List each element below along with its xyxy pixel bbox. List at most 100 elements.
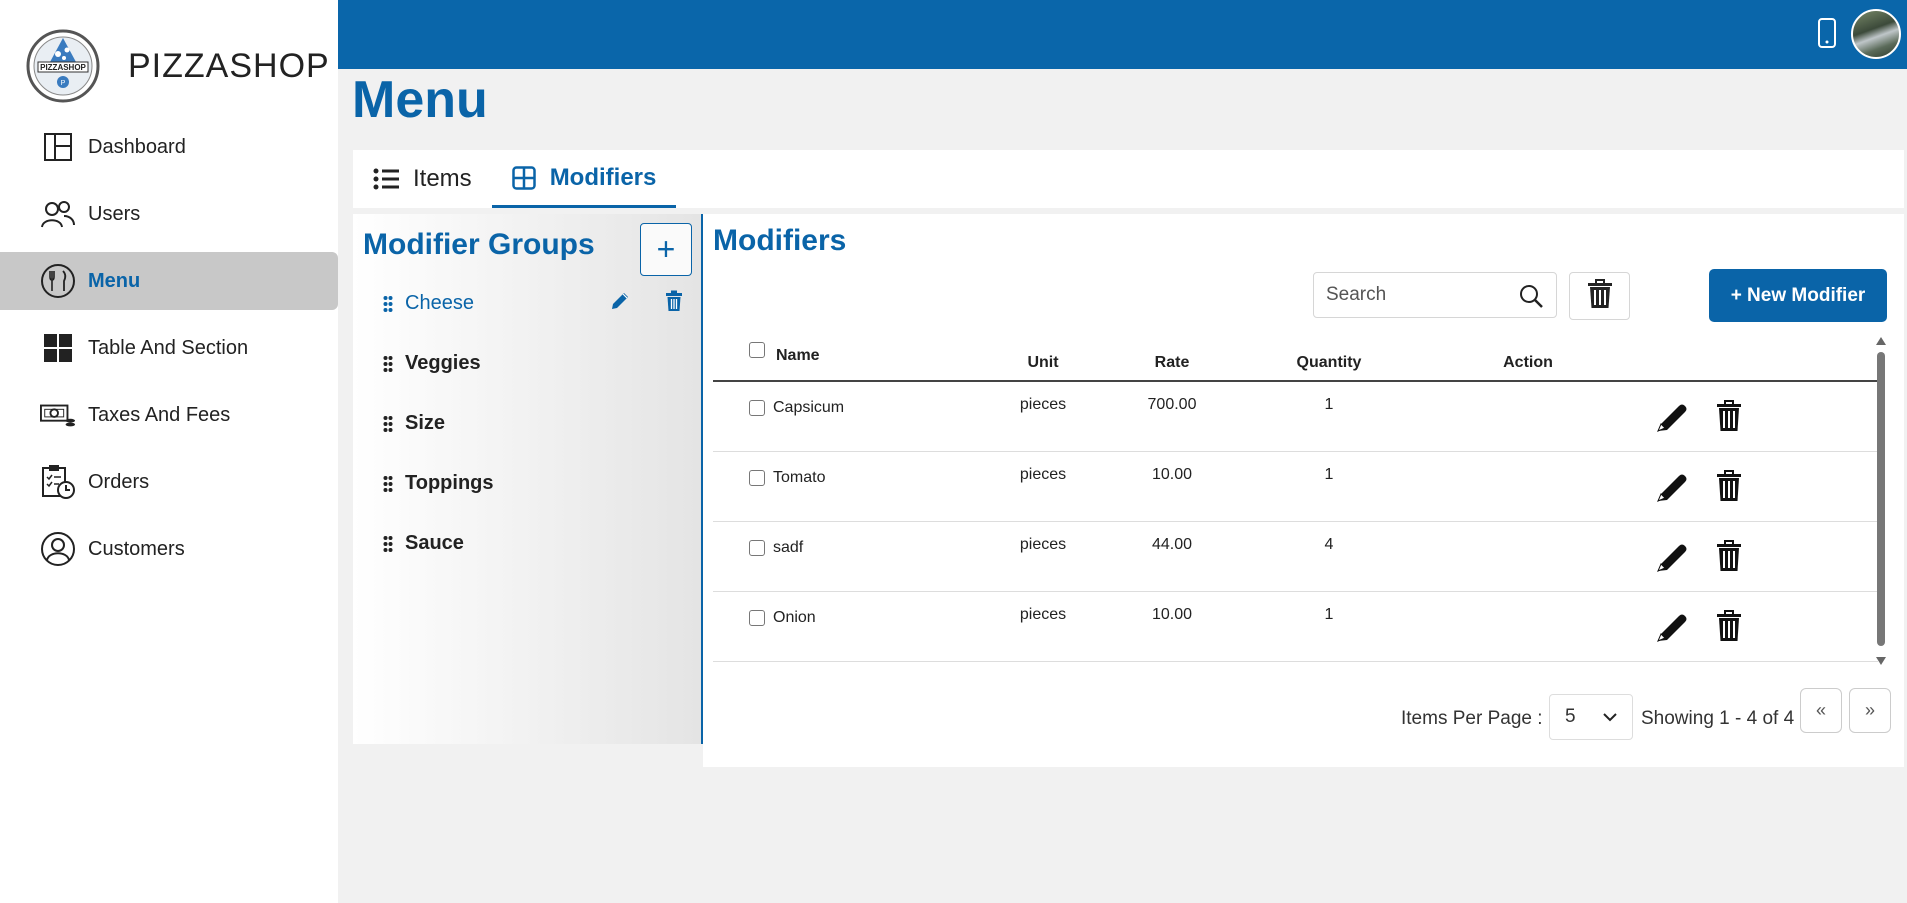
modifier-group-item[interactable]: Cheese (383, 290, 693, 318)
sidebar-item-label: Users (88, 202, 141, 225)
sidebar-item-menu[interactable]: Menu (0, 252, 338, 310)
search-box (1313, 272, 1557, 318)
modifiers-table: Name Unit Rate Quantity Action Capsicum … (713, 334, 1878, 662)
edit-icon[interactable] (1655, 540, 1689, 579)
sidebar-item-label: Dashboard (88, 135, 186, 158)
sidebar-item-users[interactable]: Users (0, 185, 338, 243)
svg-text:PIZZASHOP: PIZZASHOP (40, 63, 86, 72)
items-per-page-select[interactable]: 5 (1549, 694, 1633, 740)
drag-handle-icon[interactable] (383, 295, 393, 313)
select-all-checkbox[interactable] (749, 342, 765, 358)
avatar[interactable] (1851, 9, 1901, 59)
group-actions (609, 290, 683, 318)
prev-page-button[interactable]: « (1800, 688, 1842, 733)
new-modifier-button[interactable]: + New Modifier (1709, 269, 1887, 322)
drag-handle-icon[interactable] (383, 475, 393, 493)
showing-count: Showing 1 - 4 of 4 (1641, 708, 1795, 729)
edit-icon[interactable] (1655, 610, 1689, 649)
sidebar-item-taxes-and-fees[interactable]: Taxes And Fees (0, 386, 338, 444)
row-rate: 44.00 (1151, 536, 1193, 553)
sidebar-item-label: Menu (88, 269, 141, 292)
customers-icon (40, 531, 76, 567)
sidebar-item-customers[interactable]: Customers (0, 520, 338, 578)
row-name: Capsicum (773, 399, 845, 416)
row-checkbox[interactable] (749, 400, 765, 416)
bulk-delete-button[interactable] (1569, 272, 1630, 320)
add-modifier-group-button[interactable]: + (640, 223, 692, 276)
users-icon (40, 196, 76, 232)
delete-icon[interactable] (1716, 610, 1742, 647)
table-scrollbar[interactable] (1875, 336, 1887, 666)
row-rate: 10.00 (1151, 466, 1193, 483)
brand-name: PIZZASHOP (128, 46, 330, 85)
delete-icon[interactable] (1716, 400, 1742, 437)
delete-icon[interactable] (1716, 540, 1742, 577)
modifier-group-label: Size (405, 412, 446, 434)
scroll-up-arrow-icon[interactable] (1875, 336, 1887, 346)
brand[interactable]: PIZZASHOP P PIZZASHOP (20, 28, 330, 104)
row-quantity: 1 (1324, 606, 1334, 623)
search-icon[interactable] (1518, 283, 1544, 314)
column-header-rate: Rate (1154, 354, 1190, 371)
delete-icon[interactable] (1716, 470, 1742, 507)
row-unit: pieces (1019, 396, 1067, 413)
drag-handle-icon[interactable] (383, 535, 393, 553)
menu-icon (40, 263, 76, 299)
drag-handle-icon[interactable] (383, 355, 393, 373)
table-row: sadf pieces 44.00 4 (713, 522, 1878, 592)
edit-icon[interactable] (609, 290, 631, 318)
tab-bar: Items Modifiers (353, 150, 1904, 208)
mobile-phone-icon[interactable] (1817, 17, 1837, 54)
scroll-down-arrow-icon[interactable] (1875, 656, 1887, 666)
sidebar-item-dashboard[interactable]: Dashboard (0, 118, 338, 176)
row-name: Onion (773, 609, 816, 626)
row-name: Tomato (773, 469, 826, 486)
drag-handle-icon[interactable] (383, 415, 393, 433)
table-row: Capsicum pieces 700.00 1 (713, 382, 1878, 452)
row-unit: pieces (1019, 466, 1067, 483)
modifier-group-label: Toppings (405, 472, 494, 494)
edit-icon[interactable] (1655, 470, 1689, 509)
list-icon (373, 168, 399, 190)
row-checkbox[interactable] (749, 610, 765, 626)
tab-items[interactable]: Items (353, 150, 492, 208)
edit-icon[interactable] (1655, 400, 1689, 439)
modifier-group-item[interactable]: Sauce (383, 532, 693, 555)
taxes-icon (40, 397, 76, 433)
svg-text:P: P (61, 80, 66, 87)
modifier-group-item[interactable]: Toppings (383, 472, 693, 495)
sidebar: PIZZASHOP P PIZZASHOP Dashboard Users Me… (0, 0, 338, 903)
modifier-group-label: Veggies (405, 352, 481, 374)
row-checkbox[interactable] (749, 540, 765, 556)
sidebar-item-orders[interactable]: Orders (0, 453, 338, 511)
next-page-button[interactable]: » (1849, 688, 1891, 733)
table-row: Tomato pieces 10.00 1 (713, 452, 1878, 522)
column-header-quantity: Quantity (1296, 354, 1362, 371)
row-unit: pieces (1019, 536, 1067, 553)
sidebar-item-table-and-section[interactable]: Table And Section (0, 319, 338, 377)
dashboard-icon (40, 129, 76, 165)
modifier-group-item[interactable]: Size (383, 412, 693, 435)
sidebar-item-label: Customers (88, 537, 185, 560)
pagination: Items Per Page : 5 Showing 1 - 4 of 4 « … (703, 687, 1904, 747)
row-name: sadf (773, 539, 804, 556)
tab-label: Items (413, 165, 472, 192)
items-per-page-value: 5 (1565, 706, 1576, 727)
sidebar-nav: Dashboard Users Menu Table And Section T… (0, 118, 338, 587)
column-header-name: Name (776, 347, 820, 364)
modifier-group-item[interactable]: Veggies (383, 352, 693, 375)
table-row: Onion pieces 10.00 1 (713, 592, 1878, 662)
pizzashop-logo: PIZZASHOP P (26, 29, 100, 103)
delete-icon[interactable] (665, 290, 683, 318)
tab-modifiers[interactable]: Modifiers (491, 150, 677, 208)
sidebar-item-label: Orders (88, 470, 150, 493)
scroll-thumb[interactable] (1877, 352, 1885, 646)
search-input[interactable] (1326, 284, 1506, 306)
row-checkbox[interactable] (749, 470, 765, 486)
row-unit: pieces (1019, 606, 1067, 623)
modifiers-title: Modifiers (713, 224, 847, 257)
row-quantity: 1 (1324, 466, 1334, 483)
tab-label: Modifiers (549, 163, 657, 191)
row-quantity: 1 (1324, 396, 1334, 413)
top-bar (338, 0, 1907, 69)
